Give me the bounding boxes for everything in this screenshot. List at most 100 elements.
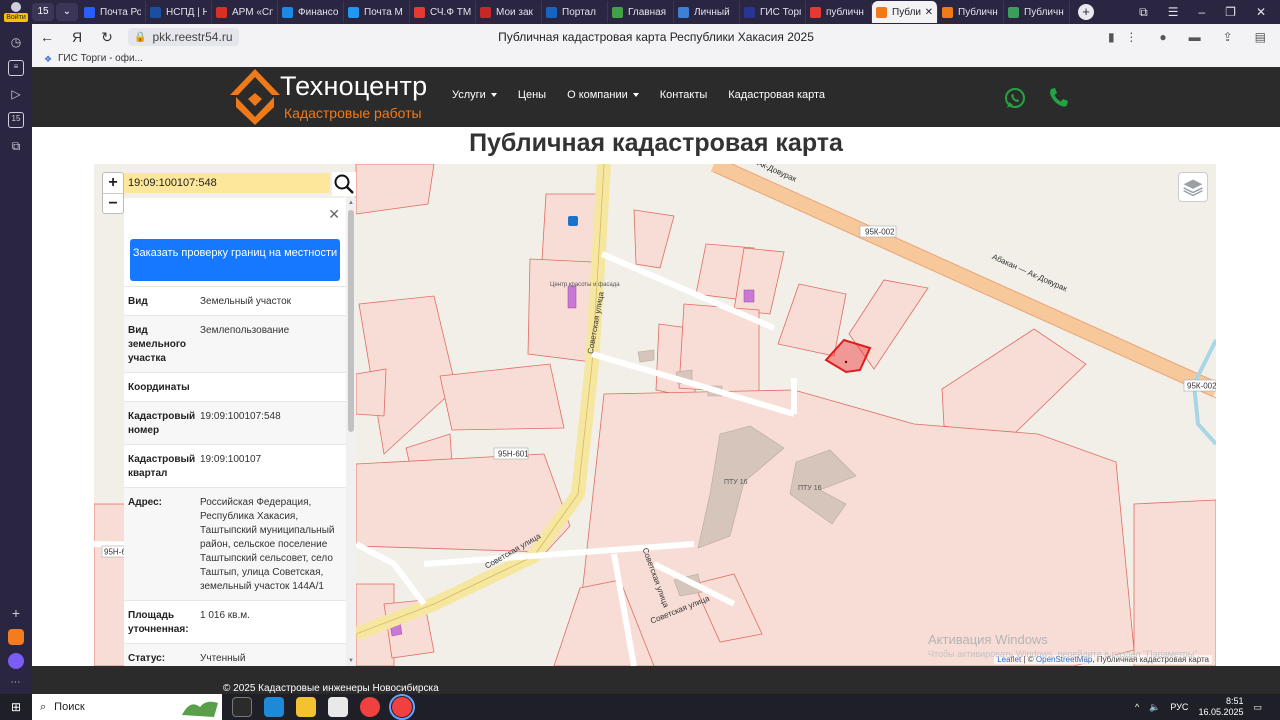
scrollbar-thumb[interactable]	[348, 210, 354, 432]
order-check-button[interactable]: Заказать проверку границ на местности	[130, 239, 340, 281]
menu-item-services[interactable]: Услуги	[452, 89, 497, 101]
play-icon[interactable]: ▷	[8, 86, 24, 102]
browser-tab[interactable]: Портал	[542, 1, 608, 23]
parcel-info-panel: ✕ Заказать проверку границ на местности …	[124, 198, 356, 666]
scroll-down-icon[interactable]: ▼	[348, 658, 354, 664]
yandex-browser-active-icon[interactable]	[389, 694, 415, 720]
browser-tab[interactable]: публичн	[806, 1, 872, 23]
yandex-browser-icon[interactable]	[360, 697, 380, 717]
speaker-icon[interactable]: 🔈	[1149, 702, 1160, 713]
zoom-out-button[interactable]: −	[103, 193, 123, 213]
alice-icon[interactable]	[8, 653, 24, 669]
panel-scrollbar[interactable]: ▲ ▼	[346, 198, 356, 666]
browser-tab[interactable]: НСПД | Н	[146, 1, 212, 23]
downloads-icon[interactable]: ▬	[1189, 30, 1201, 44]
browser-tab[interactable]: СЧ.Ф ТМ	[410, 1, 476, 23]
road-label-95k002-a: 95К-002	[865, 228, 895, 237]
browser-tab[interactable]: Главная	[608, 1, 674, 23]
menu-item-prices[interactable]: Цены	[518, 89, 546, 101]
tab-list-chevron-icon[interactable]: ⌄	[56, 3, 78, 21]
new-tab-button[interactable]: +	[1078, 4, 1094, 20]
more-icon[interactable]: ⋯	[11, 677, 22, 688]
task-view-icon[interactable]	[232, 697, 252, 717]
cadastral-map[interactable]: 95К-002 95К-002 Абакан — Ак-Довурак Абак…	[94, 164, 1216, 666]
road-label-95n601: 95Н-601	[498, 450, 529, 459]
close-icon[interactable]: ✕	[328, 206, 340, 223]
road-label-95n6: 95Н-6	[104, 548, 126, 557]
store-icon[interactable]	[328, 697, 348, 717]
site-header: Техноцентр Кадастровые работы Услуги Цен…	[32, 67, 1280, 127]
browser-tab[interactable]: Публичн	[1004, 1, 1070, 23]
tab-label: АРМ «Сп	[232, 6, 273, 18]
back-icon[interactable]: ←	[32, 29, 62, 45]
search-icon[interactable]	[332, 172, 356, 196]
phone-icon[interactable]	[1046, 86, 1070, 110]
scroll-up-icon[interactable]: ▲	[348, 200, 354, 206]
taskbar-search[interactable]: ⌕ Поиск	[32, 694, 222, 720]
attr-row: Вид Земельный участок	[124, 286, 346, 315]
browser-tab[interactable]: Публи ✕	[872, 1, 938, 23]
tab-favicon-icon	[282, 6, 293, 18]
url-field[interactable]: 🔒 pkk.reestr54.ru	[128, 28, 239, 46]
cadastral-search-input[interactable]: 19:09:100107:548	[124, 173, 330, 193]
brand-name: Техноцентр	[280, 71, 428, 101]
tab-label: Почта M	[364, 6, 403, 18]
yandex-icon[interactable]: Я	[62, 29, 92, 45]
notifications-icon[interactable]: ▭	[1253, 702, 1262, 713]
browser-tab[interactable]: Почта M	[344, 1, 410, 23]
whatsapp-icon[interactable]	[1004, 87, 1026, 109]
browser-tab[interactable]: Финансо	[278, 1, 344, 23]
close-window-icon[interactable]: ✕	[1256, 5, 1266, 20]
collections-icon[interactable]: ≡	[8, 60, 24, 76]
tab-label: Почта Ро	[100, 6, 141, 18]
logo-mark-icon	[230, 69, 280, 125]
tab-count-button[interactable]: 15	[32, 3, 54, 21]
browser-tab[interactable]: ГИС Торг	[740, 1, 806, 23]
clock[interactable]: 8:51 16.05.2025	[1198, 696, 1243, 718]
browser-tab[interactable]: Почта Ро	[80, 1, 146, 23]
share-icon[interactable]: ⇪	[1223, 30, 1233, 44]
menu-item-contacts[interactable]: Контакты	[660, 89, 708, 101]
browser-tab[interactable]: АРМ «Сп	[212, 1, 278, 23]
tab-counter-icon[interactable]: 15	[8, 112, 24, 128]
more-actions-icon[interactable]: ⋮	[1125, 30, 1137, 44]
minimize-icon[interactable]: –	[1198, 5, 1205, 20]
add-panel-icon[interactable]: +	[12, 605, 20, 621]
sidebar-app-icon[interactable]	[8, 629, 24, 645]
maximize-icon[interactable]: ❐	[1225, 5, 1236, 20]
screenshot-icon[interactable]: ⧉	[8, 138, 24, 154]
bookmark-icon[interactable]: ▮	[1108, 30, 1115, 44]
tab-label: Публичн	[958, 6, 998, 18]
site-logo[interactable]: Техноцентр Кадастровые работы	[230, 69, 435, 125]
login-label: Войти	[4, 13, 28, 22]
history-icon[interactable]: ◷	[8, 34, 24, 50]
browser-tab[interactable]: Публичн	[938, 1, 1004, 23]
reload-icon[interactable]: ↻	[92, 29, 122, 46]
menu-item-about[interactable]: О компании	[567, 89, 639, 101]
attr-row: Статус: Учтенный	[124, 643, 346, 666]
taskbar: ⊞ ⌕ Поиск ^ 🔈 РУС 8:51 16.05.2025 ▭	[0, 694, 1280, 720]
bookmark-favicon-icon: ❖	[44, 53, 53, 64]
login-button[interactable]: Войти	[3, 2, 29, 24]
tray-chevron-icon[interactable]: ^	[1135, 702, 1139, 712]
layers-icon[interactable]	[1178, 172, 1208, 202]
bookmark-item[interactable]: ГИС Торги - офи...	[58, 53, 143, 64]
windows-activation-hint: Чтобы активировать Windows, перейдите в …	[928, 649, 1200, 659]
browser-tab[interactable]: Мои зак	[476, 1, 542, 23]
browser-tab[interactable]: Личный	[674, 1, 740, 23]
tab-favicon-icon	[942, 6, 953, 18]
file-explorer-icon[interactable]	[296, 697, 316, 717]
reader-icon[interactable]: ▤	[1255, 30, 1266, 44]
close-tab-icon[interactable]: ✕	[925, 7, 933, 18]
zoom-control: + −	[102, 172, 124, 214]
language-indicator[interactable]: РУС	[1170, 702, 1188, 712]
zoom-in-button[interactable]: +	[103, 173, 123, 193]
tab-manager-icon[interactable]: ⧉	[1139, 5, 1148, 20]
windows-start-icon[interactable]: ⊞	[0, 700, 32, 714]
search-highlight-icon	[182, 701, 218, 717]
menu-icon[interactable]: ☰	[1168, 5, 1179, 20]
extension-icon[interactable]: ●	[1159, 30, 1166, 44]
edge-icon[interactable]	[264, 697, 284, 717]
footer-copyright: © 2025 Кадастровые инженеры Новосибирска	[223, 683, 439, 694]
menu-item-cadastral-map[interactable]: Кадастровая карта	[728, 89, 825, 101]
